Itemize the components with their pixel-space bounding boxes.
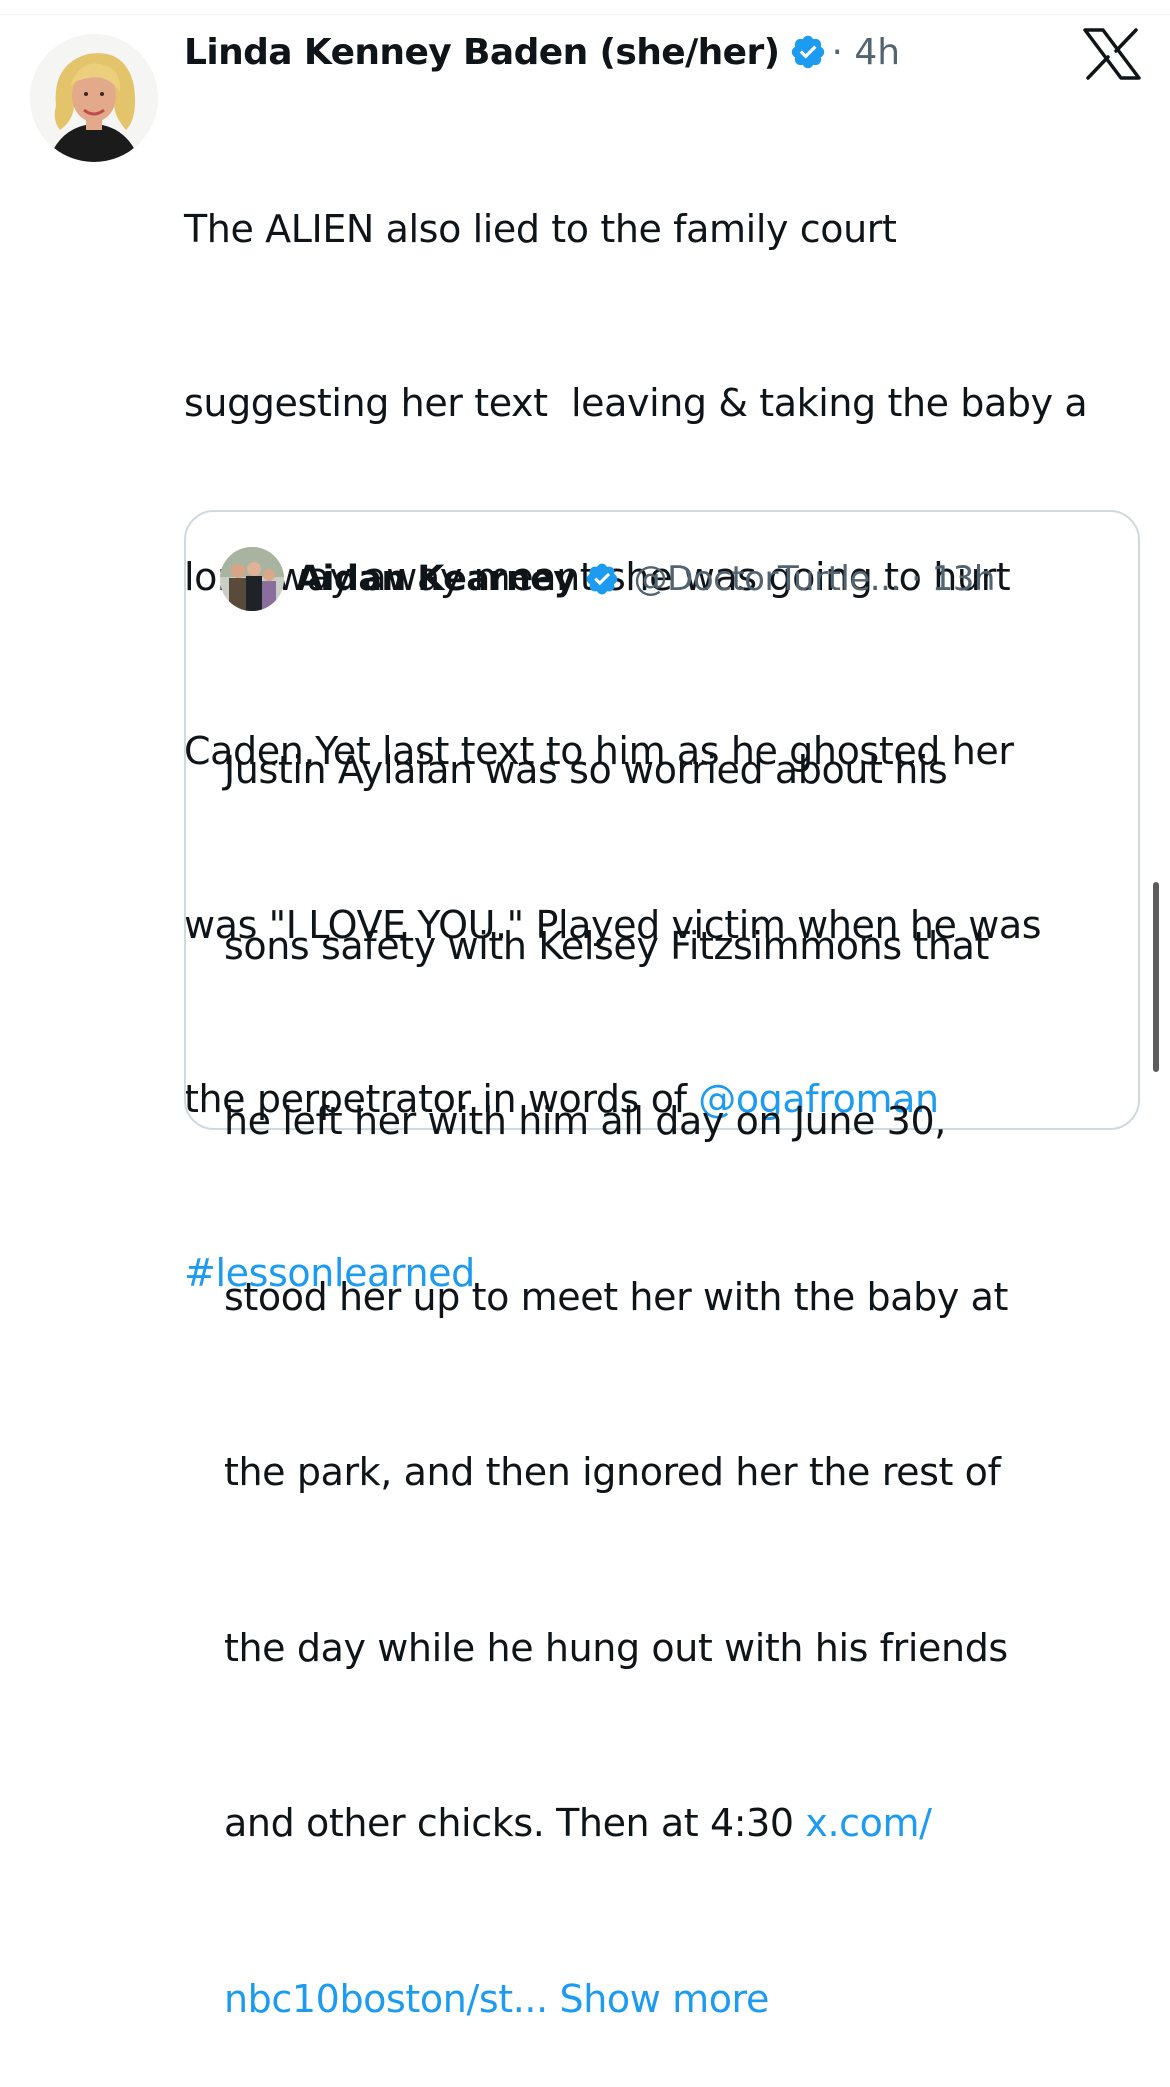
quoted-url-link[interactable]: x.com/ [805,1801,932,1845]
verified-badge-icon [789,33,827,71]
tweet-text-line: The ALIEN also lied to the family court [184,207,897,251]
verified-badge-icon [584,561,620,597]
tweet-header: Linda Kenney Baden (she/her) · 4h [184,24,900,80]
quoted-url-link[interactable]: nbc10boston/st... [224,1977,548,2021]
show-more-link[interactable]: Show more [548,1977,769,2021]
top-divider [0,14,1170,15]
quoted-tweet-text: Justin Aylaian was so worried about his … [224,624,1114,2087]
scrollbar[interactable] [1153,882,1159,1072]
quoted-text-segment: and other chicks. Then at 4:30 [224,1801,806,1845]
quoted-text-line: he left her with him all day on June 30, [224,1099,946,1143]
quoted-tweet-header: Aidan Kearney @DoctorTurtle... · 13h [296,550,995,608]
author-avatar[interactable] [30,34,158,162]
tweet-text-line: suggesting her text leaving & taking the… [184,381,1088,425]
profile-photo-icon [220,547,284,611]
quoted-text-line: nbc10boston/st... Show more [224,1970,1114,2029]
tweet-timestamp[interactable]: · 4h [831,32,900,73]
quoted-text-line: the park, and then ignored her the rest … [224,1450,1001,1494]
quoted-text-line: Justin Aylaian was so worried about his [224,748,948,792]
quoted-text-line: stood her up to meet her with the baby a… [224,1274,1009,1319]
quoted-text-line: sons safety with Kelsey Fitzsimmons that [224,923,989,968]
author-name[interactable]: Linda Kenney Baden (she/her) [184,32,780,73]
quoted-author-name[interactable]: Aidan Kearney [296,559,576,599]
quoted-author-avatar[interactable] [220,547,284,611]
quoted-text-line: the day while he hung out with his frien… [224,1625,1008,1670]
profile-photo-icon [30,34,158,162]
quoted-handle-timestamp[interactable]: @DoctorTurtle... · 13h [634,559,996,599]
x-logo-icon[interactable] [1083,28,1141,80]
quoted-text-line: and other chicks. Then at 4:30 x.com/ [224,1794,1114,1853]
